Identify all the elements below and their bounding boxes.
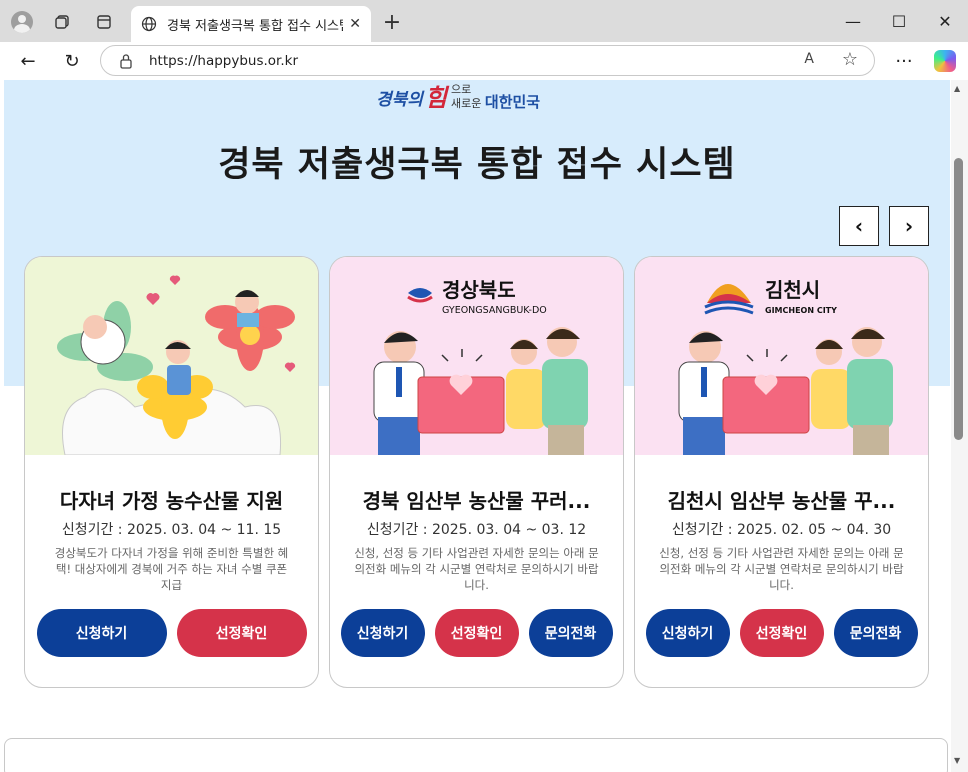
family-gift-illustration: 김천시 GIMCHEON CITY (635, 257, 928, 457)
lock-icon[interactable] (119, 53, 133, 69)
tab-title: 경북 저출생극복 통합 접수 시스템 (167, 18, 344, 34)
program-card[interactable]: 경상북도 GYEONGSANGBUK-DO 경북 임산부 농산물 꾸러... 신… (329, 256, 624, 688)
card-description: 신청, 선정 등 기타 사업관련 자세한 문의는 아래 문의전화 메뉴의 각 시… (659, 546, 904, 592)
more-menu-button[interactable]: ··· (890, 47, 918, 75)
inquiry-call-button[interactable]: 문의전화 (528, 609, 613, 657)
family-gift-illustration: 경상북도 GYEONGSANGBUK-DO (330, 257, 623, 457)
profile-avatar-icon[interactable] (8, 8, 36, 36)
program-card[interactable]: 김천시 GIMCHEON CITY 김천시 임산부 농산물 꾸... 신청기간 … (634, 256, 929, 688)
program-cards: 다자녀 가정 농수산물 지원 신청기간 : 2025. 03. 04 ~ 11.… (24, 256, 930, 688)
card-period: 신청기간 : 2025. 03. 04 ~ 11. 15 (61, 522, 282, 538)
apply-button[interactable]: 신청하기 (340, 609, 425, 657)
browser-toolbar: ← ↻ https://happybus.or.kr A ☆ ··· (0, 42, 968, 80)
card-description: 경상북도가 다자녀 가정을 위해 준비한 특별한 혜택! 대상자에게 경북에 거… (54, 546, 289, 592)
next-section-box (4, 738, 948, 772)
selection-check-button[interactable]: 선정확인 (434, 609, 519, 657)
card-title: 김천시 임산부 농산물 꾸... (667, 489, 896, 513)
reload-button[interactable]: ↻ (58, 47, 86, 75)
card-period: 신청기간 : 2025. 03. 04 ~ 03. 12 (366, 522, 587, 538)
inquiry-call-button[interactable]: 문의전화 (833, 609, 918, 657)
gyeongbuk-logo: 경북의 힘 으로 새로운 대한민국 (376, 83, 541, 112)
active-tab[interactable]: 경북 저출생극복 통합 접수 시스템 ✕ (131, 6, 371, 42)
minimize-button[interactable]: — (830, 4, 876, 38)
card-illustration: 경상북도 GYEONGSANGBUK-DO (330, 257, 623, 457)
scroll-down-icon[interactable]: ▼ (954, 756, 960, 765)
carousel-next-button[interactable]: › (889, 206, 929, 246)
card-illustration: 김천시 GIMCHEON CITY (635, 257, 928, 457)
card-title: 다자녀 가정 농수산물 지원 (59, 489, 284, 513)
tab-actions-icon[interactable] (90, 8, 118, 36)
browser-tab-strip: 경북 저출생극복 통합 접수 시스템 ✕ + — ☐ ✕ (0, 0, 968, 42)
favorite-star-icon[interactable]: ☆ (842, 49, 858, 70)
card-actions: 신청하기 선정확인 문의전화 (635, 609, 928, 657)
scrollbar-thumb[interactable] (954, 158, 963, 440)
card-actions: 신청하기 선정확인 문의전화 (330, 609, 623, 657)
gyeongbuk-logo-text: 경상북도 (442, 278, 516, 302)
carousel-prev-button[interactable]: ‹ (839, 206, 879, 246)
globe-icon (141, 16, 157, 32)
card-actions: 신청하기 선정확인 (25, 609, 318, 657)
card-title: 경북 임산부 농산물 꾸러... (362, 489, 591, 513)
address-bar[interactable]: https://happybus.or.kr A ☆ (100, 45, 875, 76)
url-text[interactable]: https://happybus.or.kr (149, 53, 298, 69)
maximize-button[interactable]: ☐ (876, 4, 922, 38)
family-flowers-illustration (25, 257, 318, 456)
copilot-icon[interactable] (934, 50, 956, 72)
gyeongbuk-logo-subtext: GYEONGSANGBUK-DO (442, 305, 547, 316)
gimcheon-logo-subtext: GIMCHEON CITY (765, 306, 837, 315)
apply-button[interactable]: 신청하기 (36, 609, 167, 657)
selection-check-button[interactable]: 선정확인 (739, 609, 824, 657)
apply-button[interactable]: 신청하기 (645, 609, 730, 657)
selection-check-button[interactable]: 선정확인 (176, 609, 307, 657)
new-tab-button[interactable]: + (378, 8, 406, 36)
gimcheon-logo-text: 김천시 (765, 278, 820, 302)
workspaces-icon[interactable] (48, 8, 76, 36)
close-window-button[interactable]: ✕ (922, 4, 968, 38)
page-viewport: 경북의 힘 으로 새로운 대한민국 경북 저출생극복 통합 접수 시스템 ‹ › (4, 80, 950, 772)
card-illustration (25, 257, 318, 456)
back-button[interactable]: ← (14, 47, 42, 75)
page-scrollbar[interactable]: ▲ ▼ (951, 80, 968, 772)
page-title: 경북 저출생극복 통합 접수 시스템 (218, 145, 736, 185)
scroll-up-icon[interactable]: ▲ (954, 84, 960, 93)
card-description: 신청, 선정 등 기타 사업관련 자세한 문의는 아래 문의전화 메뉴의 각 시… (354, 546, 599, 592)
card-period: 신청기간 : 2025. 02. 05 ~ 04. 30 (671, 522, 892, 538)
program-card[interactable]: 다자녀 가정 농수산물 지원 신청기간 : 2025. 03. 04 ~ 11.… (24, 256, 319, 688)
close-tab-icon[interactable]: ✕ (349, 16, 361, 32)
read-aloud-icon[interactable]: A (804, 51, 814, 67)
